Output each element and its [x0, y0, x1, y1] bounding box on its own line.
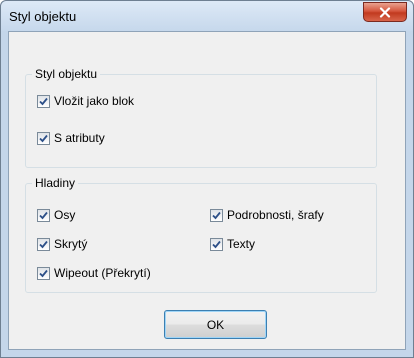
checkbox-label: Texty — [227, 237, 256, 251]
checkbox-box — [37, 94, 50, 108]
checkbox-hidden[interactable]: Skrytý — [37, 237, 87, 251]
close-icon — [379, 6, 391, 18]
dialog-window: Styl objektu Styl objektu Vložit jako bl… — [0, 0, 414, 358]
checkbox-box — [210, 237, 223, 251]
group-layers-title: Hladiny — [32, 176, 79, 190]
checkmark-icon — [212, 211, 221, 219]
group-object-style-title: Styl objektu — [32, 67, 101, 81]
title-bar[interactable]: Styl objektu — [1, 1, 413, 31]
checkmark-icon — [39, 97, 48, 105]
checkbox-axes[interactable]: Osy — [37, 208, 75, 222]
group-layers: Hladiny Osy Podrobnosti, šrafy Skrytý Te… — [25, 176, 377, 293]
checkbox-wipeout[interactable]: Wipeout (Překrytí) — [37, 266, 151, 280]
checkbox-label: Skrytý — [54, 237, 88, 251]
checkbox-box — [37, 131, 50, 145]
checkmark-icon — [39, 269, 48, 277]
checkbox-label: Osy — [54, 208, 76, 222]
window-title: Styl objektu — [9, 9, 77, 24]
checkbox-label: S atributy — [54, 131, 105, 145]
checkbox-texts[interactable]: Texty — [210, 237, 255, 251]
checkbox-box — [37, 266, 50, 280]
checkmark-icon — [212, 240, 221, 248]
checkbox-box — [37, 237, 50, 251]
checkbox-label: Vložit jako blok — [54, 94, 135, 108]
checkbox-insert-as-block[interactable]: Vložit jako blok — [37, 94, 134, 108]
checkbox-box — [210, 208, 223, 222]
checkbox-with-attributes[interactable]: S atributy — [37, 131, 105, 145]
checkbox-label: Wipeout (Překrytí) — [54, 266, 151, 280]
checkmark-icon — [39, 211, 48, 219]
checkmark-icon — [39, 240, 48, 248]
checkbox-details-hatching[interactable]: Podrobnosti, šrafy — [210, 208, 324, 222]
dialog-content: Styl objektu Vložit jako blok S atributy… — [8, 31, 406, 350]
checkbox-label: Podrobnosti, šrafy — [227, 208, 324, 222]
group-object-style: Styl objektu Vložit jako blok S atributy — [25, 67, 377, 168]
close-button[interactable] — [363, 2, 407, 22]
checkmark-icon — [39, 134, 48, 142]
ok-button[interactable]: OK — [164, 310, 267, 339]
checkbox-box — [37, 208, 50, 222]
